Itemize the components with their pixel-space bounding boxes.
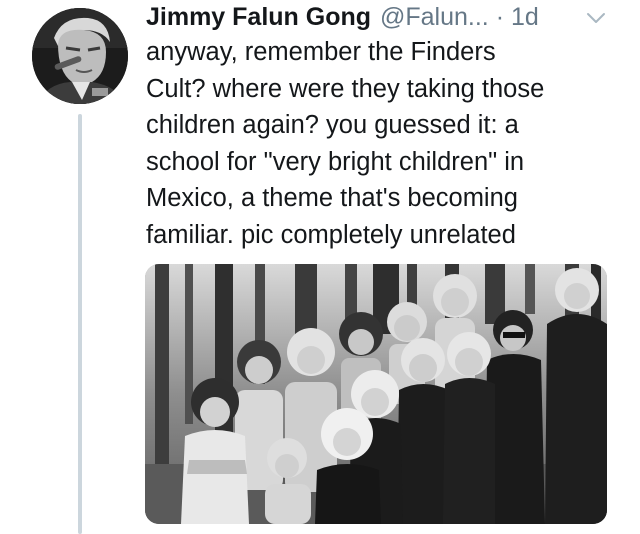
tweet-text-line: children again? you guessed it: a xyxy=(146,111,519,140)
group-photo-image xyxy=(145,264,607,524)
avatar-image xyxy=(32,8,128,104)
tweet-text-line: Mexico, a theme that's becoming xyxy=(146,184,518,213)
tweet-photo[interactable] xyxy=(145,264,607,524)
display-name[interactable]: Jimmy Falun Gong xyxy=(146,3,371,31)
tweet-text: anyway, remember the Finders Cult? where… xyxy=(146,34,626,254)
user-handle[interactable]: @Falun... xyxy=(380,3,489,31)
separator-dot: · xyxy=(495,3,505,31)
avatar-column xyxy=(32,8,128,534)
avatar[interactable] xyxy=(32,8,128,104)
tweet-header: Jimmy Falun Gong @Falun... · 1d xyxy=(146,2,626,32)
timestamp[interactable]: 1d xyxy=(511,3,539,31)
tweet-text-line: anyway, remember the Finders xyxy=(146,38,496,66)
tweet[interactable]: Jimmy Falun Gong @Falun... · 1d anyway, … xyxy=(0,0,640,534)
tweet-text-line: familiar. pic completely unrelated xyxy=(146,220,516,249)
tweet-text-line: school for "very bright children" in xyxy=(146,147,525,176)
tweet-text-line: Cult? where were they taking those xyxy=(146,74,545,103)
thread-line xyxy=(78,114,82,534)
chevron-down-icon[interactable] xyxy=(582,6,610,30)
